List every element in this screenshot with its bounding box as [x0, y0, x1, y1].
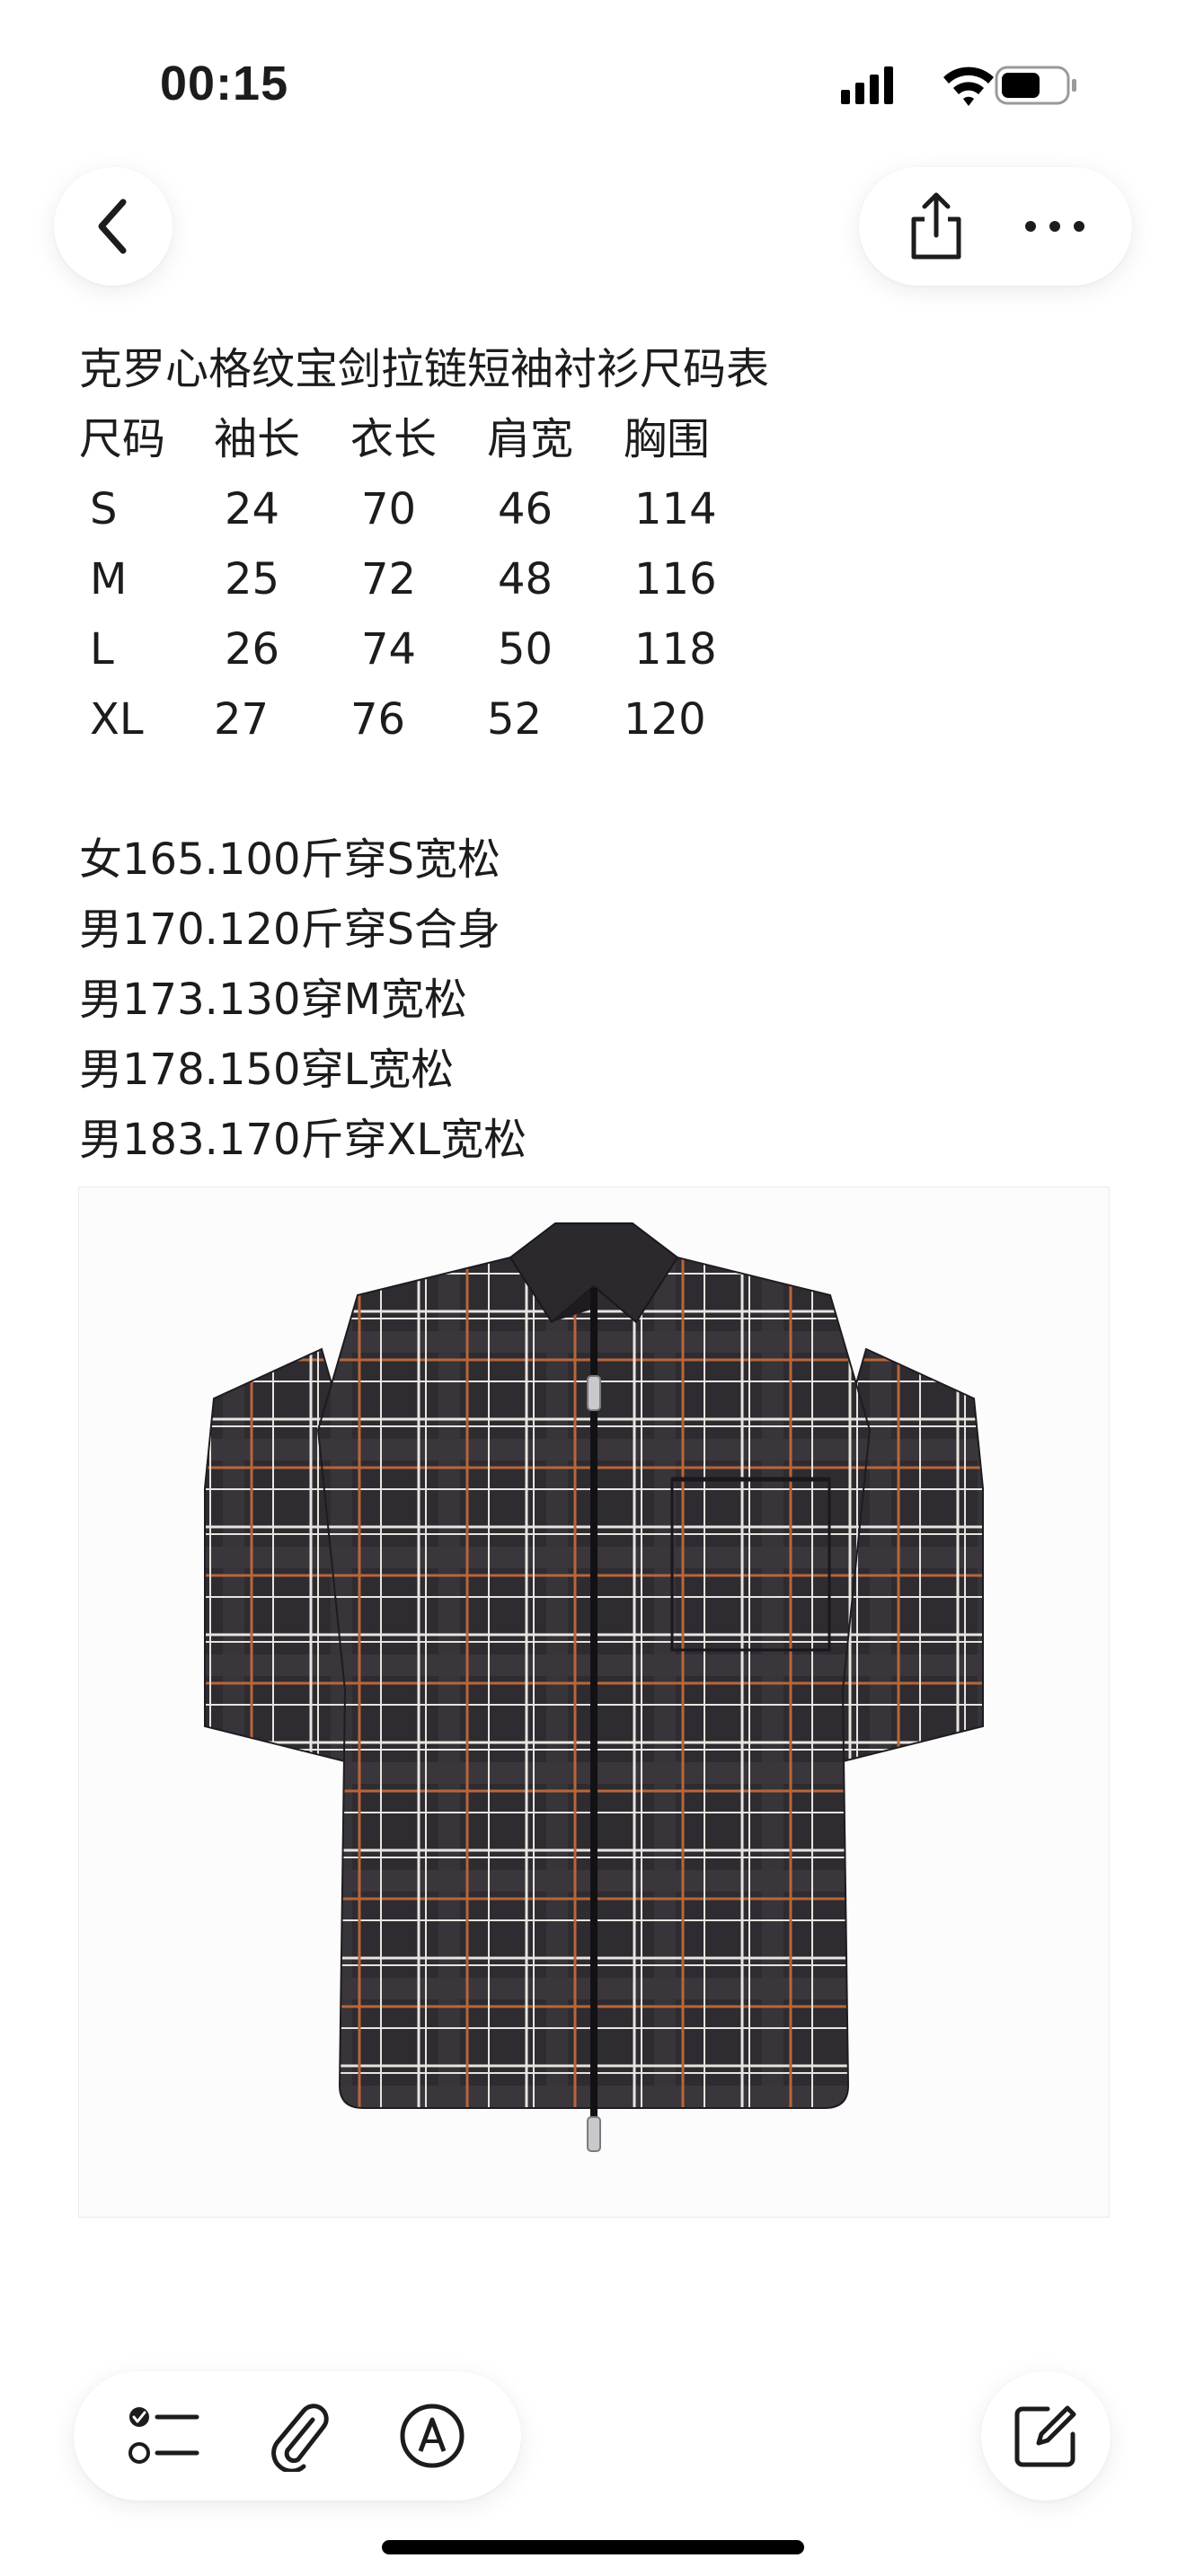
signal-icon — [841, 66, 893, 104]
table-header: 胸围 — [624, 414, 711, 464]
checklist-icon[interactable] — [128, 2404, 200, 2467]
table-cell: 120 — [624, 694, 706, 745]
table-row: M 25 72 48 116 — [79, 544, 778, 614]
fit-guide-line: 男183.170斤穿XL宽松 — [79, 1115, 527, 1165]
table-cell: 70 — [361, 484, 417, 534]
table-cell: 118 — [634, 624, 717, 675]
home-indicator — [382, 2540, 804, 2554]
chevron-left-icon — [91, 195, 136, 258]
table-cell: 114 — [634, 484, 717, 534]
size-table: 尺码 袖长 衣长 肩宽 胸围 S 24 70 46 114 M 25 72 48… — [79, 404, 778, 754]
note-title: 克罗心格纹宝剑拉链短袖衬衫尺码表 — [79, 344, 770, 394]
table-header: 衣长 — [350, 414, 438, 464]
more-icon[interactable] — [1023, 217, 1086, 235]
table-cell: XL — [90, 694, 144, 745]
share-icon[interactable] — [905, 190, 968, 262]
table-cell: 46 — [498, 484, 553, 534]
table-cell: 76 — [350, 694, 406, 745]
note-body[interactable]: 克罗心格纹宝剑拉链短袖衬衫尺码表 尺码 袖长 衣长 肩宽 胸围 S 24 70 … — [79, 334, 778, 1175]
table-row: XL 27 76 52 120 — [79, 684, 778, 754]
table-cell: 72 — [361, 554, 417, 604]
paperclip-icon[interactable] — [268, 2400, 331, 2472]
table-cell: L — [90, 624, 114, 675]
table-row: S 24 70 46 114 — [79, 474, 778, 544]
table-row: L 26 74 50 118 — [79, 614, 778, 684]
table-header: 肩宽 — [487, 414, 574, 464]
notes-page: 00:15 克罗心格纹宝剑拉链短袖衬衫尺码表 尺码 袖长 衣长 肩宽 胸围 S … — [0, 0, 1186, 2576]
table-header-row: 尺码 袖长 衣长 肩宽 胸围 — [79, 404, 778, 474]
compose-icon — [1012, 2402, 1080, 2470]
fit-guide-line: 男173.130穿M宽松 — [79, 975, 467, 1025]
table-cell: M — [90, 554, 128, 604]
table-cell: 27 — [214, 694, 270, 745]
fit-guide-line: 女165.100斤穿S宽松 — [79, 834, 500, 885]
table-cell: S — [90, 484, 118, 534]
wifi-icon — [943, 66, 994, 106]
table-header: 尺码 — [79, 414, 166, 464]
table-cell: 74 — [361, 624, 417, 675]
table-cell: 26 — [225, 624, 280, 675]
bottom-toolbar — [74, 2371, 521, 2501]
status-time: 00:15 — [160, 57, 289, 110]
fit-guide-line: 男170.120斤穿S合身 — [79, 904, 500, 955]
shirt-image[interactable] — [78, 1187, 1110, 2218]
battery-icon — [995, 66, 1076, 105]
markup-pen-icon[interactable] — [398, 2402, 466, 2470]
table-cell: 48 — [498, 554, 553, 604]
table-cell: 52 — [487, 694, 543, 745]
table-header: 袖长 — [214, 414, 301, 464]
fit-guide-line: 男178.150穿L宽松 — [79, 1045, 455, 1095]
table-cell: 24 — [225, 484, 280, 534]
back-button[interactable] — [54, 167, 173, 286]
table-cell: 116 — [634, 554, 717, 604]
actions-pill — [859, 167, 1132, 286]
plaid-shirt-illustration — [204, 1222, 984, 2152]
table-cell: 50 — [498, 624, 553, 675]
status-icons — [841, 66, 1076, 106]
table-cell: 25 — [225, 554, 280, 604]
compose-button[interactable] — [981, 2371, 1111, 2501]
